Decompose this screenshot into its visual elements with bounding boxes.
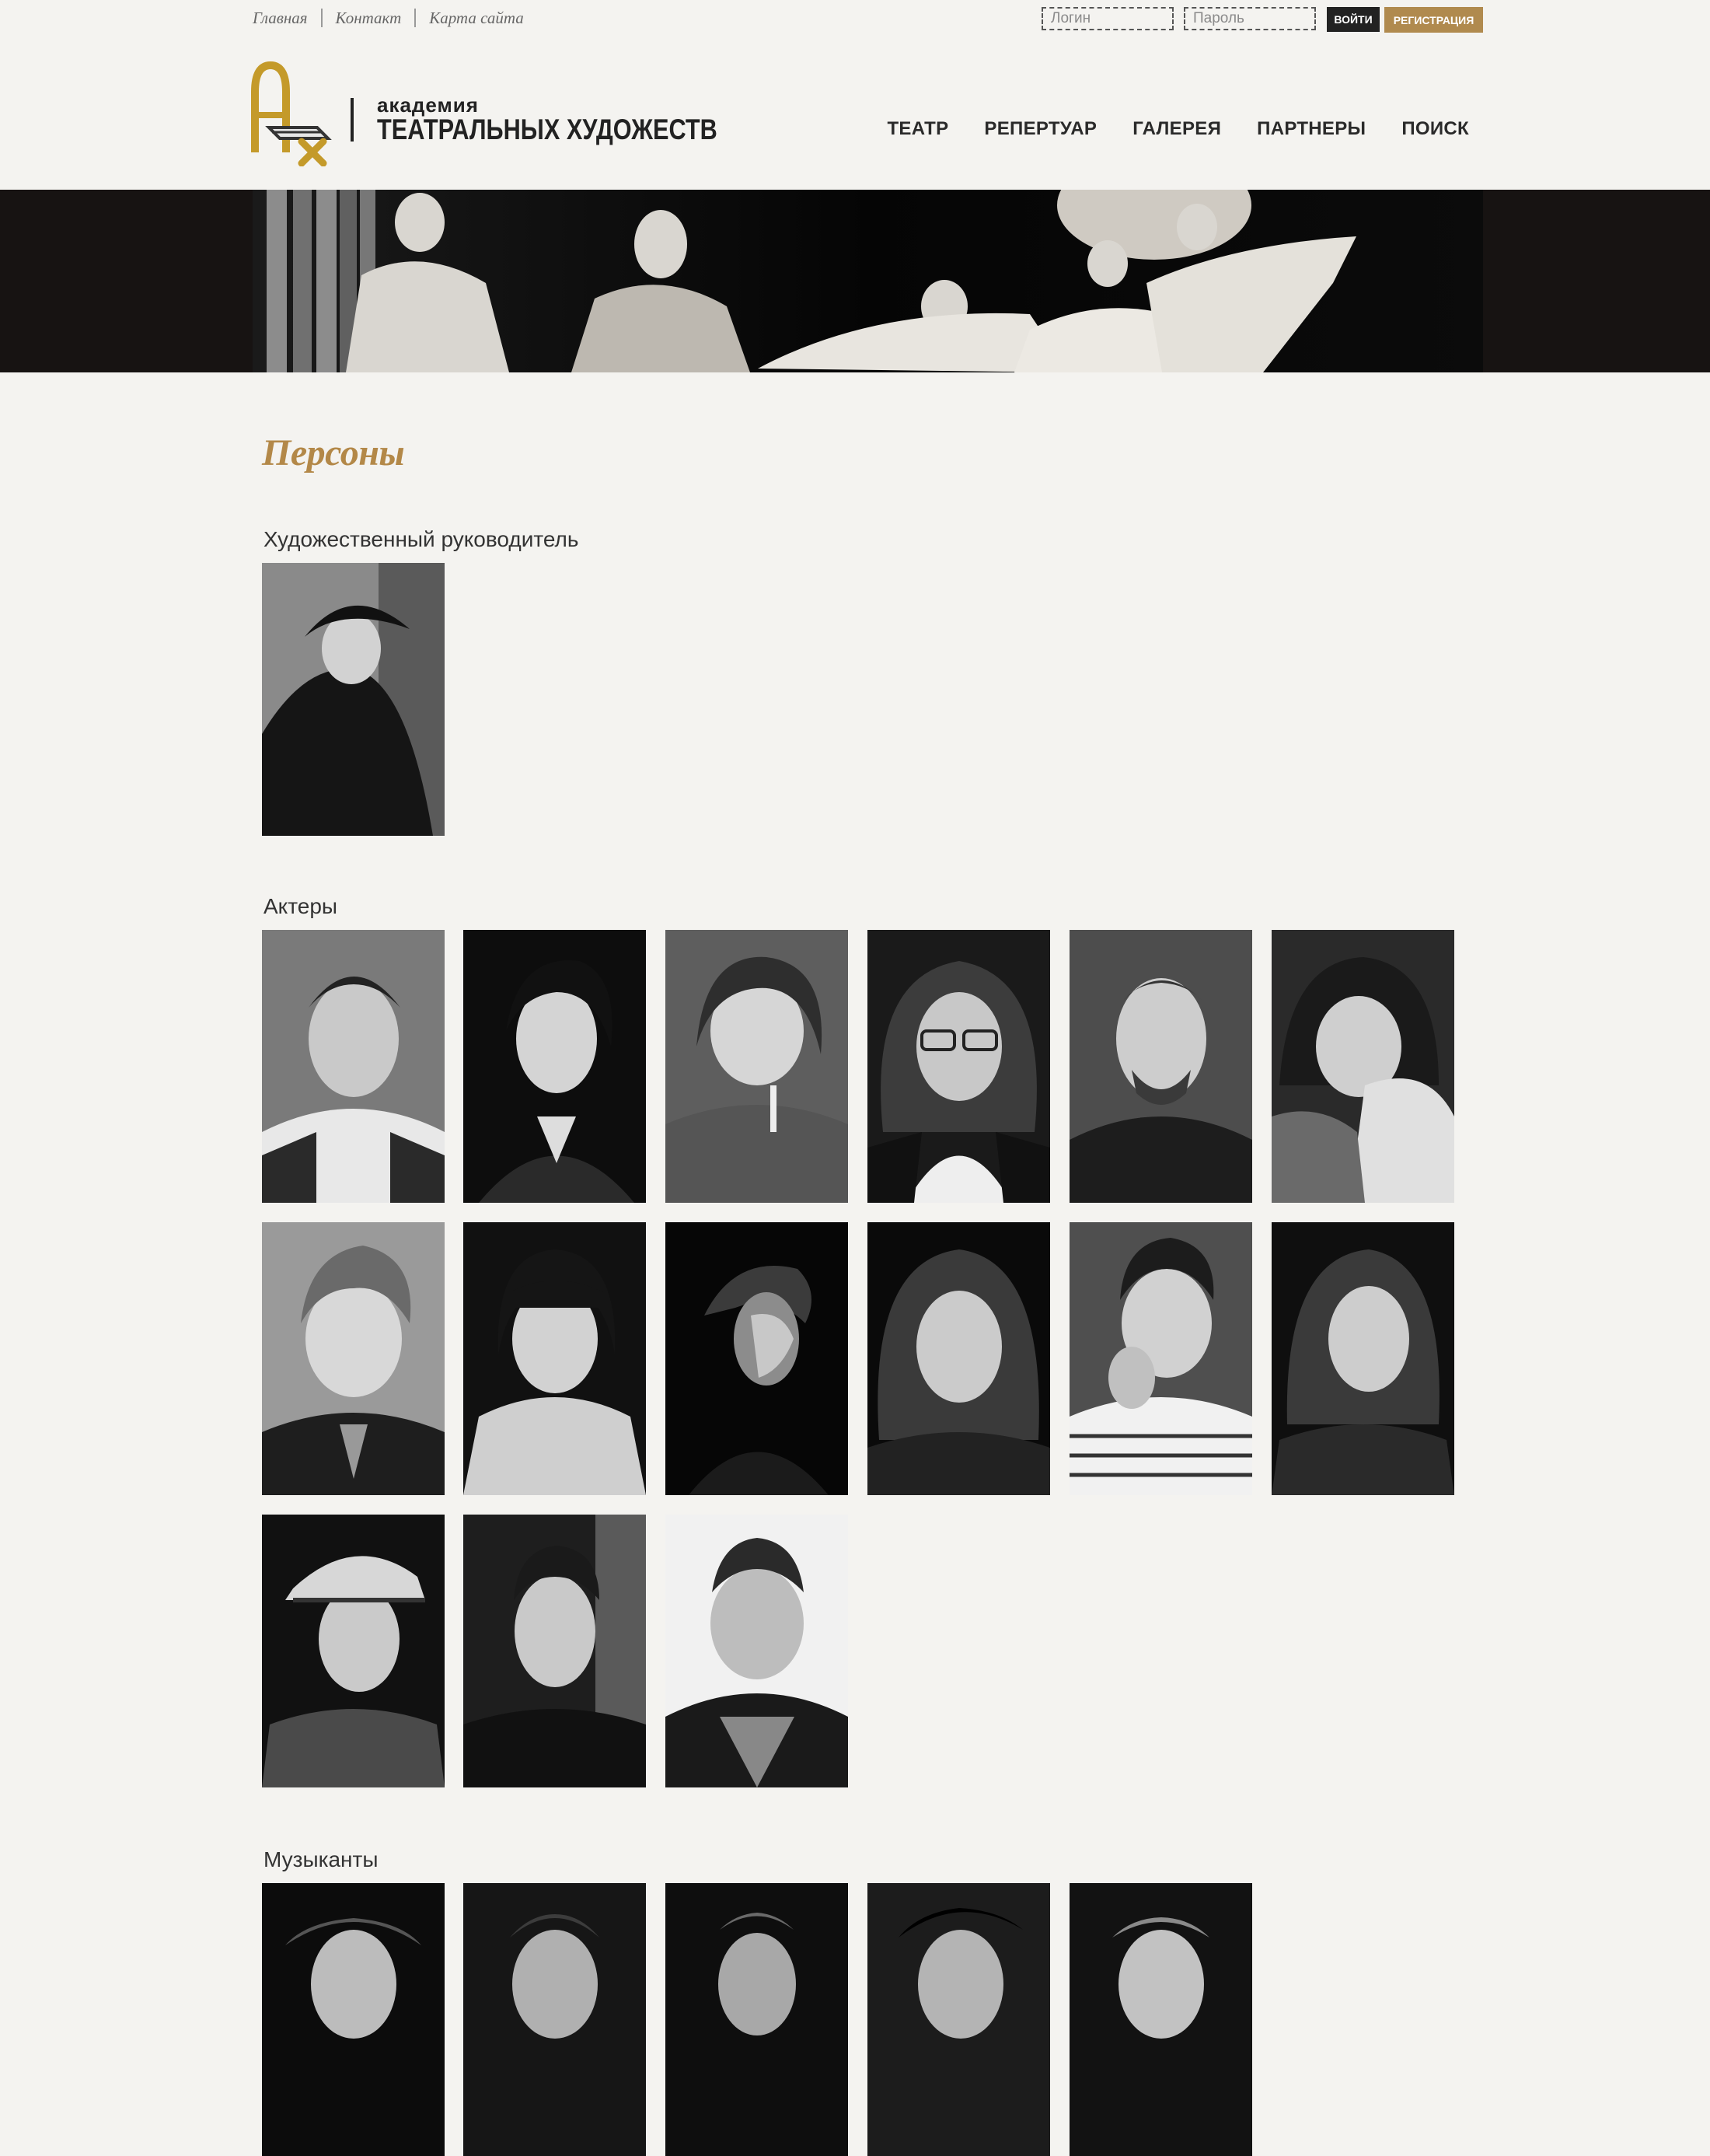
header-banner-image	[253, 190, 1483, 372]
person-photo[interactable]	[867, 1883, 1050, 2156]
main-nav: ТЕАТР РЕПЕРТУАР ГАЛЕРЕЯ ПАРТНЕРЫ ПОИСК	[887, 118, 1469, 140]
section-title-musicians: Музыканты	[263, 1847, 379, 1871]
person-photo[interactable]	[867, 930, 1050, 1203]
person-photo[interactable]	[1070, 1883, 1252, 2156]
logo-line2: ТЕАТРАЛЬНЫХ ХУДОЖЕСТВ	[377, 114, 717, 145]
person-photo[interactable]	[665, 1515, 848, 1787]
nav-item-theatre[interactable]: ТЕАТР	[887, 118, 948, 140]
person-photo[interactable]	[867, 1222, 1050, 1495]
section-title-actors: Актеры	[263, 894, 338, 918]
person-photo[interactable]	[262, 930, 445, 1203]
section-title-director: Художественный руководитель	[263, 527, 579, 551]
login-input[interactable]	[1042, 7, 1174, 30]
person-photo[interactable]	[665, 1222, 848, 1495]
person-photo[interactable]	[1272, 930, 1454, 1203]
logo-emblem-icon	[251, 61, 332, 166]
logo-divider	[351, 98, 354, 142]
top-link-contact[interactable]: Контакт	[320, 9, 415, 27]
nav-item-search[interactable]: ПОИСК	[1401, 118, 1469, 140]
register-button[interactable]: РЕГИСТРАЦИЯ	[1384, 7, 1483, 33]
person-photo[interactable]	[463, 1883, 646, 2156]
person-photo[interactable]	[665, 1883, 848, 2156]
person-photo[interactable]	[463, 1515, 646, 1787]
top-link-sitemap[interactable]: Карта сайта	[414, 9, 537, 27]
site-logo[interactable]: академия ТЕАТРАЛЬНЫХ ХУДОЖЕСТВ	[247, 61, 717, 169]
person-photo[interactable]	[1070, 930, 1252, 1203]
top-link-home[interactable]: Главная	[253, 9, 321, 27]
nav-item-repertoire[interactable]: РЕПЕРТУАР	[984, 118, 1097, 140]
person-photo[interactable]	[1070, 1222, 1252, 1495]
person-photo[interactable]	[262, 1515, 445, 1787]
top-links: Главная Контакт Карта сайта	[253, 6, 537, 30]
person-photo[interactable]	[1272, 1222, 1454, 1495]
person-photo[interactable]	[262, 1883, 445, 2156]
person-photo[interactable]	[665, 930, 848, 1203]
nav-item-gallery[interactable]: ГАЛЕРЕЯ	[1132, 118, 1221, 140]
nav-item-partners[interactable]: ПАРТНЕРЫ	[1257, 118, 1366, 140]
password-input[interactable]	[1184, 7, 1316, 30]
login-button[interactable]: ВОЙТИ	[1327, 7, 1380, 32]
person-photo[interactable]	[262, 1222, 445, 1495]
page-title: Персоны	[262, 432, 405, 473]
person-photo[interactable]	[262, 563, 445, 836]
person-photo[interactable]	[463, 1222, 646, 1495]
person-photo[interactable]	[463, 930, 646, 1203]
